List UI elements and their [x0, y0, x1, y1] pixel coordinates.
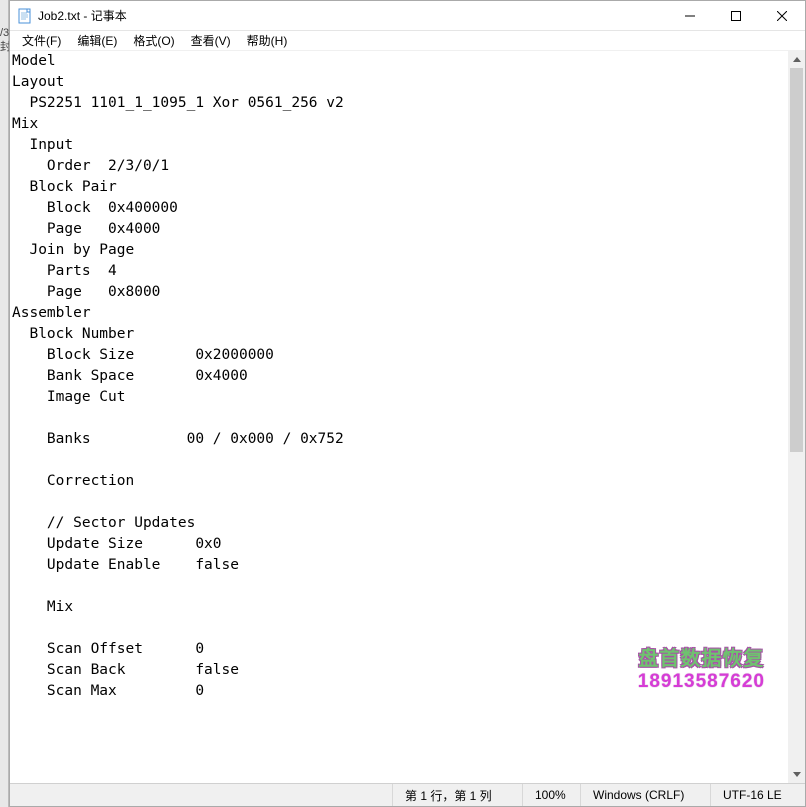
status-zoom: 100% [522, 784, 580, 806]
minimize-button[interactable] [667, 1, 713, 30]
scroll-up-arrow-icon[interactable] [788, 51, 805, 68]
title-left: Job2.txt - 记事本 [10, 7, 667, 24]
scrollbar-thumb[interactable] [790, 68, 803, 452]
maximize-button[interactable] [713, 1, 759, 30]
window-title: Job2.txt - 记事本 [38, 7, 127, 24]
scrollbar-track[interactable] [788, 68, 805, 766]
menu-file[interactable]: 文件(F) [14, 31, 69, 50]
window-controls [667, 1, 805, 30]
statusbar: 第 1 行，第 1 列 100% Windows (CRLF) UTF-16 L… [10, 783, 805, 806]
close-button[interactable] [759, 1, 805, 30]
title-appname: 记事本 [91, 9, 127, 23]
scroll-down-arrow-icon[interactable] [788, 766, 805, 783]
menu-view[interactable]: 查看(V) [183, 31, 239, 50]
content-area: Model Layout PS2251 1101_1_1095_1 Xor 05… [10, 51, 805, 783]
menu-edit[interactable]: 编辑(E) [69, 31, 125, 50]
notepad-window: Job2.txt - 记事本 文件(F) 编辑(E) 格式(O) 查看(V) 帮… [9, 0, 806, 807]
title-filename: Job2.txt [38, 9, 80, 23]
menu-format[interactable]: 格式(O) [125, 31, 182, 50]
notepad-file-icon [18, 8, 32, 24]
menu-help[interactable]: 帮助(H) [239, 31, 296, 50]
vertical-scrollbar[interactable] [788, 51, 805, 783]
status-line-ending: Windows (CRLF) [580, 784, 710, 806]
text-editor[interactable]: Model Layout PS2251 1101_1_1095_1 Xor 05… [10, 51, 787, 783]
menubar: 文件(F) 编辑(E) 格式(O) 查看(V) 帮助(H) [10, 31, 805, 51]
background-window-edge: /3 封 [0, 0, 9, 807]
status-cursor-position: 第 1 行，第 1 列 [392, 784, 522, 806]
status-encoding: UTF-16 LE [710, 784, 805, 806]
titlebar[interactable]: Job2.txt - 记事本 [10, 1, 805, 31]
